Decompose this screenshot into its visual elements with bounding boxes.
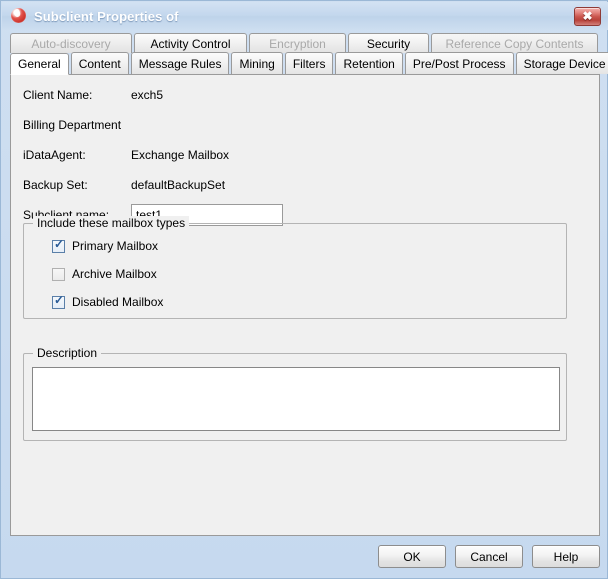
- checkbox-row-disabled-mailbox[interactable]: ✓ Disabled Mailbox: [52, 292, 164, 310]
- tab-row-lower: General Content Message Rules Mining Filters…: [10, 52, 608, 75]
- checkbox-row-archive-mailbox[interactable]: Archive Mailbox: [52, 266, 157, 282]
- cancel-button[interactable]: Cancel: [455, 545, 523, 568]
- form-row: Backup Set: defaultBackupSet: [23, 174, 583, 196]
- form-row: Billing Department: [23, 114, 583, 136]
- field-value: defaultBackupSet: [131, 178, 226, 192]
- checkbox-primary-mailbox[interactable]: ✓: [52, 236, 65, 253]
- checkbox-disabled-mailbox[interactable]: ✓: [52, 292, 65, 309]
- field-value: Exchange Mailbox: [131, 148, 230, 162]
- tab-general[interactable]: General: [10, 53, 69, 75]
- field-label: Billing Department: [23, 118, 122, 132]
- form-row: Client Name: exch5: [23, 84, 583, 106]
- help-button[interactable]: Help: [532, 545, 600, 568]
- tab-mining[interactable]: Mining: [231, 52, 283, 74]
- dialog-footer: OK Cancel Help: [10, 539, 600, 571]
- description-textarea[interactable]: [32, 367, 560, 431]
- tab-encryption: Encryption: [249, 33, 346, 53]
- mailbox-types-group: Include these mailbox types ✓ Primary Ma…: [23, 216, 567, 319]
- title-bar: Subclient Properties of ✖: [2, 2, 608, 30]
- flame-drop-icon: [11, 8, 27, 24]
- mailbox-types-legend: Include these mailbox types: [33, 216, 190, 230]
- tab-filters[interactable]: Filters: [284, 52, 334, 74]
- checkbox-archive-mailbox[interactable]: [52, 267, 65, 281]
- description-legend: Description: [33, 346, 102, 360]
- tab-storage-device[interactable]: Storage Device: [515, 52, 608, 74]
- checkbox-label-primary-mailbox: Primary Mailbox: [72, 239, 159, 253]
- check-icon: ✓: [54, 292, 65, 307]
- ok-button[interactable]: OK: [378, 545, 446, 568]
- tab-row-upper: Auto-discovery Activity Control Encryption…: [10, 33, 600, 53]
- tab-security[interactable]: Security: [348, 33, 429, 53]
- description-group: Description: [23, 346, 567, 441]
- field-label: Client Name:: [23, 88, 93, 102]
- dialog-window: Subclient Properties of ✖ Auto-discovery…: [0, 0, 608, 579]
- tab-activity-control[interactable]: Activity Control: [134, 33, 247, 53]
- check-icon: ✓: [54, 236, 65, 251]
- checkbox-label-archive-mailbox: Archive Mailbox: [72, 267, 157, 281]
- checkbox-label-disabled-mailbox: Disabled Mailbox: [72, 295, 164, 309]
- tab-auto-discovery: Auto-discovery: [10, 33, 132, 53]
- field-value: exch5: [131, 88, 164, 102]
- tab-pre-post-process[interactable]: Pre/Post Process: [404, 52, 514, 74]
- tab-retention[interactable]: Retention: [335, 52, 403, 74]
- checkbox-row-primary-mailbox[interactable]: ✓ Primary Mailbox: [52, 236, 159, 254]
- close-button[interactable]: ✖: [574, 6, 601, 26]
- field-label: Backup Set:: [23, 178, 88, 192]
- form-row: iDataAgent: Exchange Mailbox: [23, 144, 583, 166]
- close-icon: ✖: [582, 9, 593, 23]
- tab-strip: Auto-discovery Activity Control Encryption…: [10, 33, 608, 75]
- tab-reference-copy-contents: Reference Copy Contents: [431, 33, 598, 53]
- tab-content[interactable]: Content: [70, 52, 129, 74]
- general-form: Client Name: exch5 Billing Department iData…: [23, 84, 583, 234]
- tab-message-rules[interactable]: Message Rules: [130, 52, 230, 74]
- window-title: Subclient Properties of: [34, 8, 179, 24]
- field-label: iDataAgent:: [23, 148, 86, 162]
- tab-panel-general: Client Name: exch5 Billing Department iData…: [10, 74, 600, 536]
